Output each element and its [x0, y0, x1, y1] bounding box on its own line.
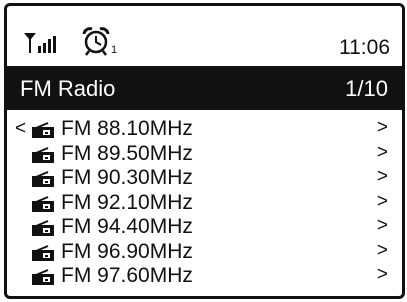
- station-item[interactable]: FM 92.10MHz >: [7, 191, 402, 216]
- signal-strength-icon: [24, 33, 56, 53]
- station-item[interactable]: FM 97.60MHz >: [7, 264, 402, 289]
- radio-display: 1 11:06 FM Radio 1/10 < FM 88.10MHz > FM…: [4, 3, 405, 299]
- alarm-clock-icon: [82, 27, 110, 56]
- menu-header: FM Radio 1/10: [7, 66, 402, 110]
- chevron-right-icon[interactable]: >: [377, 191, 388, 213]
- radio-icon: [32, 122, 54, 138]
- chevron-right-icon[interactable]: >: [377, 264, 388, 286]
- station-item[interactable]: FM 89.50MHz >: [7, 142, 402, 167]
- chevron-right-icon[interactable]: >: [377, 215, 388, 237]
- page-title: FM Radio: [20, 76, 116, 101]
- alarm-number: 1: [111, 44, 118, 56]
- radio-icon: [32, 195, 54, 212]
- radio-icon: [32, 220, 54, 236]
- clock-time: 11:06: [339, 36, 390, 59]
- station-frequency: FM 96.90MHz: [61, 239, 193, 263]
- chevron-right-icon[interactable]: >: [377, 142, 388, 164]
- radio-icon: [32, 269, 54, 285]
- radio-icon: [32, 244, 54, 261]
- station-frequency: FM 92.10MHz: [61, 190, 193, 214]
- station-frequency: FM 88.10MHz: [61, 117, 193, 140]
- radio-icon: [32, 146, 54, 163]
- station-list: < FM 88.10MHz > FM 89.50MHz > FM 90.30MH…: [7, 117, 402, 289]
- station-frequency: FM 90.30MHz: [61, 166, 193, 189]
- station-item[interactable]: FM 94.40MHz >: [7, 215, 402, 240]
- page-indicator: 1/10: [345, 76, 388, 101]
- radio-icon: [32, 171, 54, 187]
- chevron-right-icon[interactable]: >: [377, 166, 388, 188]
- station-frequency: FM 94.40MHz: [61, 215, 193, 238]
- chevron-right-icon[interactable]: >: [377, 240, 388, 262]
- chevron-right-icon[interactable]: >: [377, 117, 388, 139]
- station-item[interactable]: FM 96.90MHz >: [7, 240, 402, 265]
- station-frequency: FM 89.50MHz: [61, 141, 193, 165]
- station-frequency: FM 97.60MHz: [61, 264, 193, 287]
- station-item[interactable]: < FM 88.10MHz >: [7, 117, 402, 142]
- status-bar: 1 11:06: [7, 6, 402, 64]
- back-indicator[interactable]: <: [15, 118, 26, 140]
- station-item[interactable]: FM 90.30MHz >: [7, 166, 402, 191]
